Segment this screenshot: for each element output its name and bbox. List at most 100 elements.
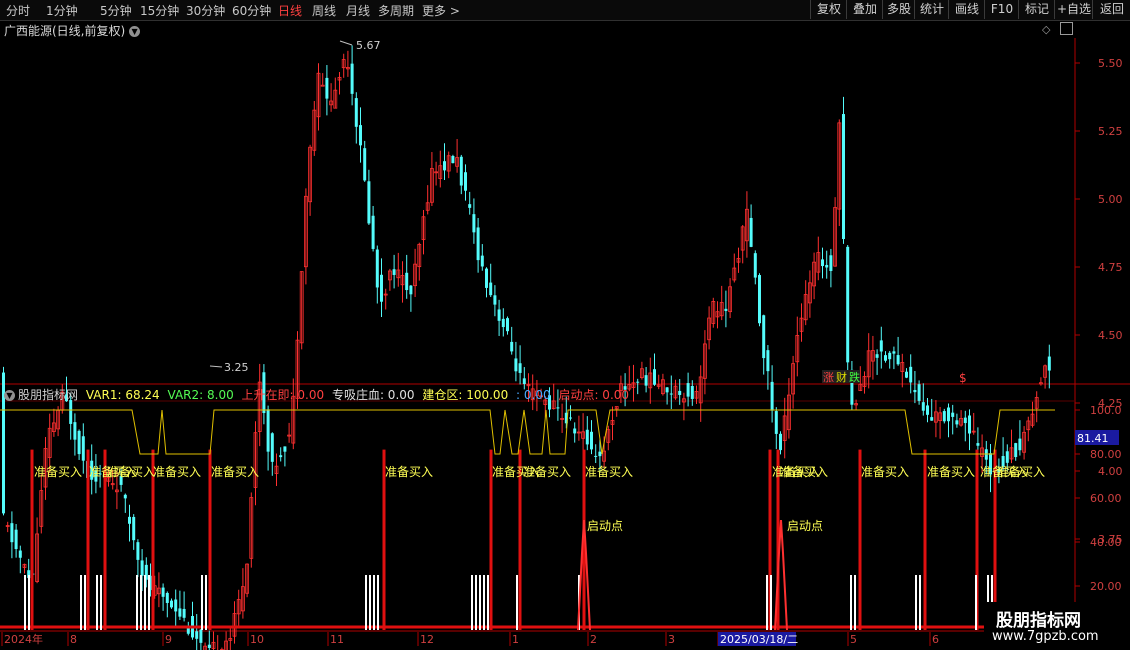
buy-signal-label: 准备买入 bbox=[780, 465, 828, 479]
buy-signal-label: 准备买入 bbox=[997, 465, 1045, 479]
buy-signal-label: 准备买入 bbox=[34, 465, 82, 479]
price-axis-labels: 5.505.255.004.754.504.254.003.753.50 bbox=[1075, 57, 1123, 614]
candle-body-down bbox=[724, 308, 728, 311]
candle-body-down bbox=[140, 560, 144, 576]
white-bar bbox=[201, 575, 203, 630]
white-bar bbox=[479, 575, 481, 630]
candle-body-down bbox=[909, 366, 913, 383]
start-point-label: 启动点 bbox=[787, 519, 823, 533]
low-pointer bbox=[209, 365, 223, 368]
low-price-label: 3.25 bbox=[224, 361, 249, 374]
candle-body-down bbox=[69, 400, 73, 424]
candle-body-down bbox=[842, 114, 845, 240]
price-tick-label: 5.50 bbox=[1098, 57, 1123, 70]
white-bar bbox=[28, 575, 30, 630]
candle-body-down bbox=[161, 587, 165, 597]
candle-body-down bbox=[1005, 451, 1009, 463]
candle-body-down bbox=[325, 77, 329, 99]
candle-body-down bbox=[522, 378, 526, 384]
high-price-label: 5.67 bbox=[356, 39, 381, 52]
candle-body-down bbox=[367, 181, 371, 224]
signal-labels: 准备买入 准备买入准备买入准备买入 准备买入 准备买入 准备买入准备买入 准备买入 准备买入… bbox=[34, 465, 1045, 533]
candle-body-down bbox=[636, 381, 640, 383]
date-label: 3 bbox=[668, 633, 675, 646]
candle-body-down bbox=[266, 409, 270, 452]
date-label: 2024年 bbox=[4, 632, 43, 646]
candle-body-down bbox=[879, 340, 883, 352]
candle-body-down bbox=[371, 215, 375, 249]
candle-body-down bbox=[762, 315, 766, 359]
candle-body-down bbox=[270, 433, 274, 462]
candle-body-down bbox=[976, 443, 980, 446]
start-spikes bbox=[577, 519, 788, 631]
candle-body-down bbox=[963, 417, 967, 424]
candle-body-down bbox=[690, 386, 694, 399]
candle-body-down bbox=[443, 161, 446, 171]
candle-body-down bbox=[594, 455, 598, 457]
candle-body-down bbox=[464, 172, 467, 191]
candle-body-down bbox=[779, 433, 782, 451]
candle-body-down bbox=[182, 608, 186, 618]
candle-body-down bbox=[829, 255, 833, 271]
candle-body-down bbox=[753, 253, 757, 278]
indicator-tick-label: 100.0 bbox=[1090, 404, 1122, 417]
date-label: 11 bbox=[330, 633, 344, 646]
candle-body-down bbox=[669, 393, 673, 395]
watermark-url: www.7gpzb.com bbox=[992, 629, 1099, 644]
candle-body-down bbox=[585, 429, 589, 445]
date-label: 10 bbox=[250, 633, 264, 646]
candle-body-down bbox=[921, 402, 925, 411]
candle-body-down bbox=[821, 259, 824, 267]
candle-body-down bbox=[459, 156, 463, 186]
white-bar bbox=[365, 575, 367, 630]
event-finance-label[interactable]: 财 bbox=[836, 370, 847, 384]
white-bar bbox=[369, 575, 371, 630]
white-bar bbox=[487, 575, 489, 630]
candle-body-down bbox=[518, 363, 522, 373]
buy-signal-label: 准备买入 bbox=[523, 465, 571, 479]
watermark-title: 股朋指标网 bbox=[996, 611, 1081, 631]
indicator-header: ▼ 股朋指标网 VAR1: 68.24 VAR2: 8.00 上升在即: 0.00… bbox=[4, 386, 633, 403]
zhuanxi-value: 专吸庄血: 0.00 bbox=[331, 388, 415, 402]
date-label: 1 bbox=[512, 633, 519, 646]
candle-body-down bbox=[573, 428, 577, 434]
indicator-tick-label: 20.00 bbox=[1090, 580, 1122, 593]
candle-body-down bbox=[468, 204, 472, 208]
candle-body-down bbox=[375, 249, 379, 288]
candle-body-down bbox=[14, 529, 18, 550]
qidong-value: 启动点: 0.00 bbox=[558, 388, 630, 402]
candle-body-down bbox=[846, 246, 850, 363]
date-label: 9 bbox=[165, 633, 172, 646]
white-bar bbox=[471, 575, 473, 630]
candle-body-down bbox=[1018, 438, 1022, 451]
event-dollar-label[interactable]: $ bbox=[959, 371, 967, 385]
candle-body-down bbox=[132, 516, 136, 541]
white-bar bbox=[766, 575, 768, 630]
candle-body-down bbox=[825, 264, 829, 268]
event-fall-label[interactable]: 跌 bbox=[849, 370, 860, 384]
indicator-menu-icon[interactable]: ▼ bbox=[4, 390, 15, 401]
candle-body-down bbox=[199, 629, 203, 643]
candle-body-down bbox=[10, 523, 14, 543]
candle-body-down bbox=[73, 422, 77, 440]
candle-body-down bbox=[942, 411, 946, 422]
candle-body-down bbox=[354, 98, 358, 127]
buy-signal-label: 准备买入 bbox=[385, 465, 433, 479]
candle-body-down bbox=[123, 494, 127, 499]
candle-body-down bbox=[506, 318, 509, 332]
white-bar bbox=[483, 575, 485, 630]
price-tick-label: 4.00 bbox=[1098, 465, 1123, 478]
candle-body-down bbox=[279, 455, 283, 458]
price-tick-label: 4.50 bbox=[1098, 329, 1123, 342]
candle-body-down bbox=[81, 436, 85, 461]
current-value-text: 81.41 bbox=[1077, 432, 1109, 445]
candle-body-down bbox=[207, 644, 211, 648]
buy-signal-label: 准备买入 bbox=[585, 465, 633, 479]
white-bar bbox=[84, 575, 86, 630]
indicator-name[interactable]: 股朋指标网 bbox=[18, 388, 78, 402]
event-rise-label[interactable]: 涨 bbox=[823, 371, 834, 384]
candle-body-down bbox=[556, 407, 560, 409]
candle-body-down bbox=[955, 420, 959, 425]
candle-body-down bbox=[644, 375, 648, 386]
candle-body-down bbox=[195, 631, 199, 639]
